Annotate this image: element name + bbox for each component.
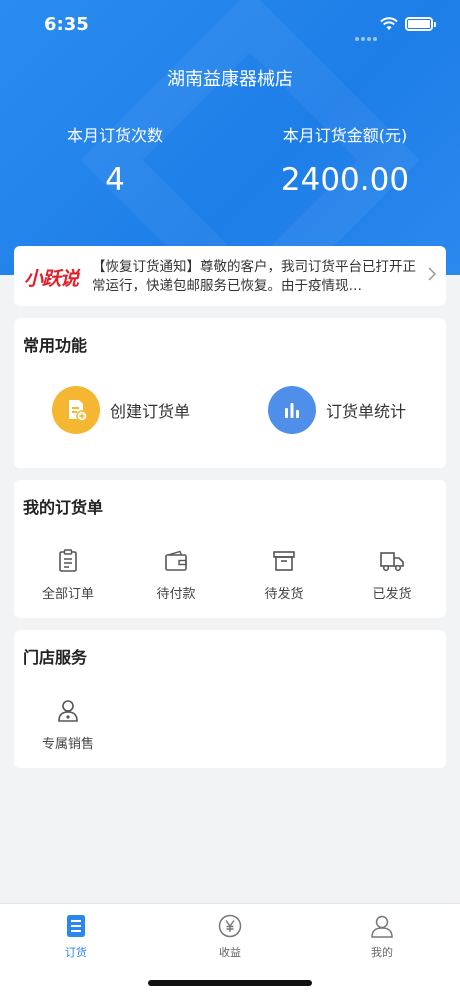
signal-dots-icon (355, 26, 379, 45)
yen-icon (180, 914, 280, 938)
wifi-icon (380, 16, 398, 35)
order-filter-label: 全部订单 (41, 587, 94, 602)
box-icon (244, 548, 324, 574)
function-label: 订货单统计 (326, 402, 407, 421)
store-name: 湖南益康器械店 (167, 69, 293, 90)
truck-icon (352, 548, 432, 574)
notice-text: 【恢复订货通知】尊敬的客户，我司订货平台已打开正常运行，快递包邮服务已恢复。由于… (92, 259, 416, 294)
tab-label: 收益 (219, 946, 241, 959)
order-doc-icon (26, 914, 126, 938)
create-order-button[interactable]: 创建订货单 (52, 386, 190, 434)
function-label: 创建订货单 (110, 402, 191, 421)
order-filter-label: 待发货 (264, 587, 304, 602)
tab-label: 订货 (65, 946, 87, 959)
monthly-order-amount[interactable]: 本月订货金额(元) 2400.00 (260, 122, 430, 198)
my-orders-card: 我的订货单 全部订单 待付款 待发货 已发货 (14, 480, 446, 618)
order-filter-label: 待付款 (156, 587, 196, 602)
tab-profile[interactable]: 我的 (332, 914, 432, 960)
section-title: 我的订货单 (23, 498, 104, 517)
section-title: 门店服务 (23, 648, 88, 667)
tab-order[interactable]: 订货 (26, 914, 126, 960)
user-icon (332, 914, 432, 938)
stat-value: 2400.00 (280, 162, 410, 198)
create-order-icon (52, 386, 100, 434)
order-filter-label: 已发货 (372, 587, 412, 602)
shipped-button[interactable]: 已发货 (352, 548, 432, 602)
home-indicator (148, 980, 312, 986)
stat-value: 4 (105, 162, 125, 198)
pending-payment-button[interactable]: 待付款 (136, 548, 216, 602)
dedicated-sales-button[interactable]: 专属销售 (28, 698, 108, 752)
status-bar: 6:35 (0, 0, 460, 50)
service-label: 专属销售 (41, 737, 94, 752)
stat-label: 本月订货金额(元) (282, 126, 408, 145)
chevron-right-icon (428, 266, 437, 285)
bar-chart-icon (268, 386, 316, 434)
wallet-icon (136, 548, 216, 574)
store-services-card: 门店服务 专属销售 (14, 630, 446, 768)
stat-label: 本月订货次数 (66, 126, 163, 145)
header: 6:35 湖南益康器械店 本月订货次数 4 本月订货金额(元) 2400.00 (0, 0, 460, 275)
battery-icon (405, 17, 436, 31)
tab-earnings[interactable]: 收益 (180, 914, 280, 960)
sales-person-icon (28, 698, 108, 724)
monthly-order-count[interactable]: 本月订货次数 4 (40, 122, 190, 198)
all-orders-button[interactable]: 全部订单 (28, 548, 108, 602)
pending-shipment-button[interactable]: 待发货 (244, 548, 324, 602)
common-functions-card: 常用功能 创建订货单 订货单统计 (14, 318, 446, 468)
clipboard-icon (28, 548, 108, 574)
order-statistics-button[interactable]: 订货单统计 (268, 386, 406, 434)
section-title: 常用功能 (23, 336, 88, 355)
tab-label: 我的 (371, 946, 393, 959)
status-time: 6:35 (44, 14, 89, 35)
notice-banner[interactable]: 小跃说 【恢复订货通知】尊敬的客户，我司订货平台已打开正常运行，快递包邮服务已恢… (14, 246, 446, 306)
notice-logo: 小跃说 (24, 268, 79, 290)
